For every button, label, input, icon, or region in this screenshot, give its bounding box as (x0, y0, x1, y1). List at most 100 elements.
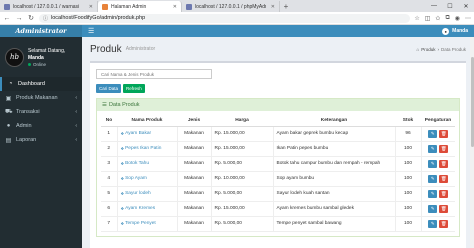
product-name-link[interactable]: Ayam Bakar (125, 131, 151, 136)
menu-toggle-icon[interactable]: ☰ (88, 27, 94, 35)
column-header: Stok (395, 115, 421, 127)
actions-cell: ✎ 🗑 (421, 156, 455, 172)
breadcrumb-sep: › (437, 46, 439, 52)
product-name-link[interactable]: Sayur lodeh (125, 191, 151, 196)
cart-icon: ⛟ (5, 109, 13, 115)
trash-icon[interactable]: 🗑 (439, 189, 449, 198)
close-window-icon[interactable]: ✕ (458, 0, 474, 12)
maximize-icon[interactable]: ☐ (442, 0, 458, 12)
browser-tab[interactable]: localhost / 127.0.0.1 / phpMyAdmi ✕ (182, 1, 280, 12)
more-icon[interactable]: ⋯ (465, 15, 471, 22)
minimize-icon[interactable]: — (426, 0, 442, 12)
sidebar-item-label: Admin (16, 123, 32, 129)
table-row: 2 ❖ Pepes Ikan Patin Makanan Rp. 15.000,00 Ik… (101, 141, 455, 157)
edit-icon[interactable]: ✎ (428, 159, 438, 168)
edit-icon[interactable]: ✎ (428, 129, 438, 138)
browser-tab[interactable]: localhost / 127.0.0.1 / warnasi ✕ (0, 1, 98, 12)
split-icon[interactable]: ◫ (425, 15, 431, 22)
collections-icon[interactable]: ⧉ (445, 15, 449, 22)
product-description: Sayur lodeh kuah santan (273, 186, 396, 202)
search-input[interactable] (96, 69, 212, 79)
sidebar-menu: ◔ Dashboard ▣ Produk Makanan ‹ ⛟ Transaksi ‹ ● Ad… (0, 77, 82, 147)
product-type: Makanan (177, 156, 212, 172)
data-panel: ☰ Data Produk No Nama Produk Jenis Harga Ket… (96, 98, 460, 237)
close-tab-icon[interactable]: ✕ (89, 4, 93, 10)
sidebar-item[interactable]: ● Admin ‹ (0, 119, 82, 133)
search-button[interactable]: Cari Data (96, 84, 122, 93)
actions-cell: ✎ 🗑 (421, 141, 455, 157)
edit-icon[interactable]: ✎ (428, 174, 438, 183)
trash-icon[interactable]: 🗑 (439, 219, 449, 228)
close-tab-icon[interactable]: ✕ (173, 4, 177, 10)
trash-icon[interactable]: 🗑 (439, 204, 449, 213)
browser-tab[interactable]: Halaman Admin ✕ (98, 1, 182, 12)
star-icon[interactable]: ☆ (414, 15, 419, 22)
column-header: Pengaturan (421, 115, 455, 127)
top-navbar: ☰ ● Manda (82, 25, 474, 37)
address-bar: ← → ↻ ⓘ localhost/FoodifyGo/admin/produk… (0, 12, 474, 25)
avatar: hb (5, 47, 24, 67)
greeting: Selamat Datang, (28, 47, 66, 54)
product-type: Makanan (177, 171, 212, 187)
product-name-link[interactable]: Pepes Ikan Patin (125, 146, 161, 151)
tab-label: localhost / 127.0.0.1 / phpMyAdmi (195, 3, 266, 10)
product-stock: 100 (395, 201, 422, 217)
product-description: Botok tahu campur bumbu dan rempah - rem… (273, 156, 396, 172)
product-name-link[interactable]: Sop Ayam (125, 176, 147, 181)
product-icon: ❖ (120, 221, 125, 226)
actions-cell: ✎ 🗑 (421, 126, 455, 142)
browser-tab-bar: localhost / 127.0.0.1 / warnasi ✕ Halaman … (0, 0, 474, 12)
info-icon[interactable]: ⓘ (43, 15, 48, 22)
trash-icon[interactable]: 🗑 (439, 159, 449, 168)
product-name-cell: ❖ Ayam Bakar (117, 126, 178, 142)
tab-favicon-icon (4, 3, 10, 10)
chevron-left-icon: ‹ (75, 137, 77, 143)
column-header: No (101, 115, 117, 127)
sidebar-item-label: Transaksi (16, 109, 40, 115)
table-row: 4 ❖ Sop Ayam Makanan Rp. 10.000,00 Sop ayam b… (101, 171, 455, 187)
new-tab-icon[interactable]: + (280, 1, 292, 12)
page-scrollbar[interactable] (470, 37, 474, 248)
back-icon[interactable]: ← (3, 14, 11, 22)
breadcrumb-current: Data Produk (440, 46, 466, 52)
edit-icon[interactable]: ✎ (428, 204, 438, 213)
favorites-icon[interactable]: ✩ (435, 15, 440, 22)
product-name-link[interactable]: Botok Tahu (125, 161, 149, 166)
product-name-link[interactable]: Ayam Kremes (125, 206, 155, 211)
trash-icon[interactable]: 🗑 (439, 144, 449, 153)
actions-cell: ✎ 🗑 (421, 171, 455, 187)
column-header: Nama Produk (117, 115, 177, 127)
scrollbar-thumb[interactable] (470, 57, 474, 147)
breadcrumb-home[interactable]: Produk (421, 47, 435, 52)
product-icon: ❖ (120, 191, 125, 196)
sidebar-item-label: Laporan (16, 137, 37, 143)
column-header: Keterangan (273, 115, 395, 127)
edit-icon[interactable]: ✎ (428, 189, 438, 198)
tab-label: localhost / 127.0.0.1 / warnasi (13, 3, 80, 10)
trash-icon[interactable]: 🗑 (439, 129, 449, 138)
product-description: Ikan Patin pepes bumbu (273, 141, 396, 157)
edit-icon[interactable]: ✎ (428, 144, 438, 153)
table-row: 3 ❖ Botok Tahu Makanan Rp. 5.000,00 Botok tah… (101, 156, 455, 172)
user-menu[interactable]: ● Manda (442, 27, 468, 35)
sidebar-item[interactable]: ◔ Dashboard (0, 77, 82, 91)
close-tab-icon[interactable]: ✕ (271, 4, 275, 10)
sidebar-item[interactable]: ▤ Laporan ‹ (0, 133, 82, 147)
reload-icon[interactable]: ↻ (27, 14, 35, 22)
product-name-cell: ❖ Sayur lodeh (117, 186, 178, 202)
product-icon: ❖ (120, 176, 125, 181)
forward-icon[interactable]: → (15, 14, 23, 22)
sidebar-item[interactable]: ⛟ Transaksi ‹ (0, 105, 82, 119)
trash-icon[interactable]: 🗑 (439, 174, 449, 183)
row-number: 2 (101, 141, 118, 157)
refresh-button[interactable]: Refresh (123, 84, 145, 93)
product-description: Ayam kremes bumbu sambal gledek (273, 201, 396, 217)
product-name-link[interactable]: Tempe Penyet (125, 221, 156, 226)
url-field[interactable]: ⓘ localhost/FoodifyGo/admin/produk.php (39, 13, 411, 23)
product-table: No Nama Produk Jenis Harga Keterangan Stok Pen… (101, 115, 455, 232)
profile-icon[interactable]: ◉ (455, 15, 460, 22)
product-type: Makanan (177, 201, 212, 217)
sidebar-item[interactable]: ▣ Produk Makanan ‹ (0, 91, 82, 105)
edit-icon[interactable]: ✎ (428, 219, 438, 228)
logo[interactable]: Administrator (0, 25, 82, 37)
